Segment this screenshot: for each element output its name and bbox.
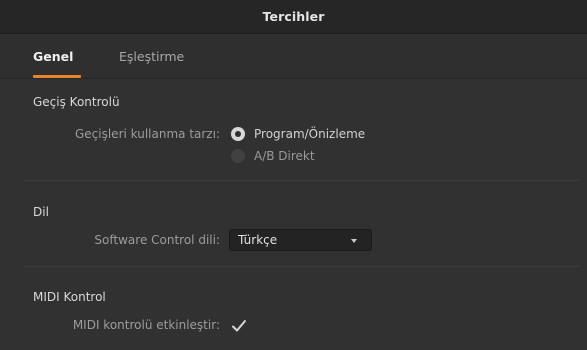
active-tab-indicator	[33, 75, 81, 78]
checkmark-icon	[232, 320, 246, 332]
language-select-value: Türkçe	[238, 233, 278, 247]
radio-ab-direct[interactable]	[231, 149, 245, 163]
midi-enable-checkbox[interactable]	[231, 318, 247, 334]
section-title-midi: MIDI Kontrol	[33, 290, 106, 304]
window-title: Tercihler	[262, 9, 325, 24]
title-bar: Tercihler	[0, 0, 587, 34]
section-divider	[24, 266, 580, 267]
tab-eslestirme[interactable]: Eşleştirme	[119, 49, 184, 64]
midi-enable-label: MIDI kontrolü etkinleştir:	[72, 318, 220, 332]
tab-genel[interactable]: Genel	[33, 49, 73, 64]
radio-program-preview-label[interactable]: Program/Önizleme	[254, 127, 365, 141]
section-title-language: Dil	[33, 205, 49, 219]
language-select[interactable]: Türkçe	[229, 229, 372, 251]
section-title-transition: Geçiş Kontrolü	[33, 95, 120, 109]
chevron-down-icon	[351, 239, 357, 243]
radio-ab-direct-label[interactable]: A/B Direkt	[254, 149, 315, 163]
language-label: Software Control dili:	[94, 233, 220, 247]
transition-style-label: Geçişleri kullanma tarzı:	[74, 127, 220, 141]
radio-program-preview[interactable]	[231, 127, 245, 141]
tab-bar: Genel Eşleştirme	[0, 34, 587, 79]
section-divider	[24, 180, 580, 181]
